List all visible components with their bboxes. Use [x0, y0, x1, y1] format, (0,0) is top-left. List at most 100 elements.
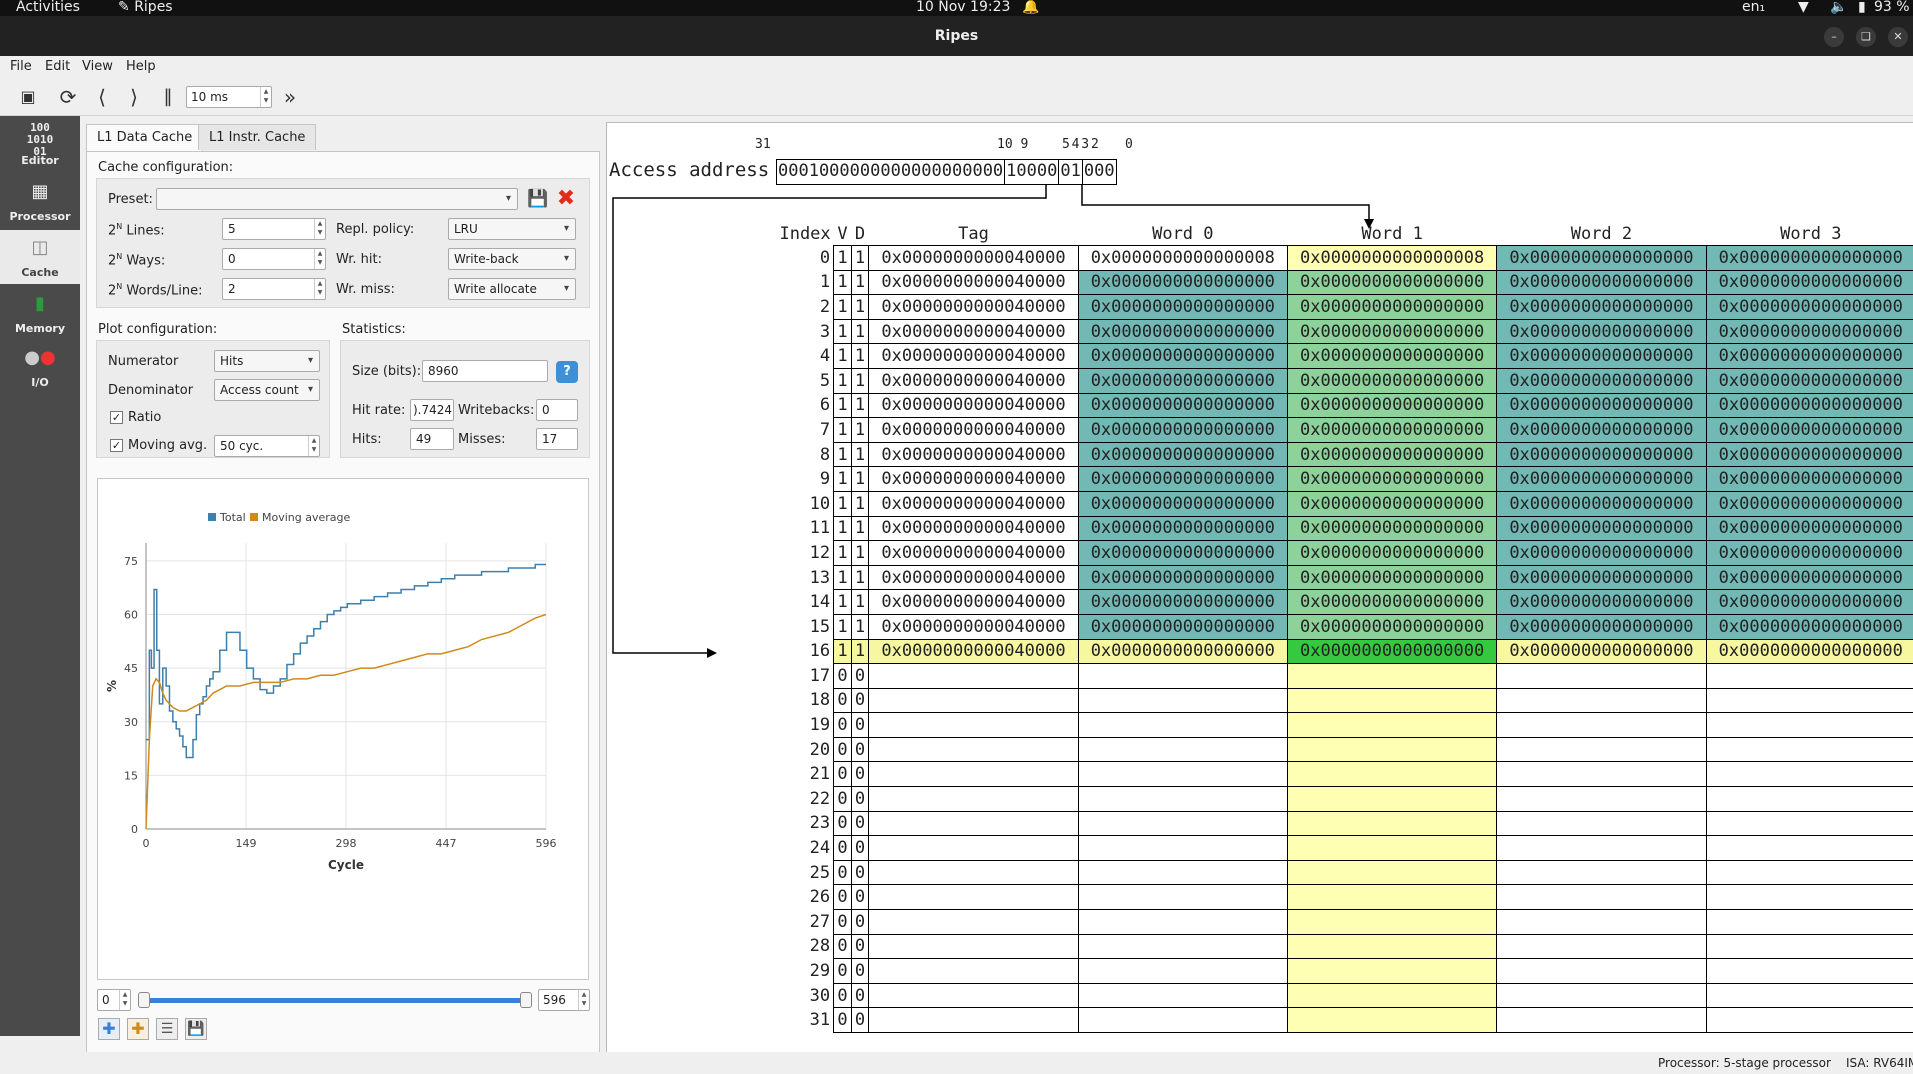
wr-hit-label: Wr. hit:	[336, 252, 383, 267]
crosshair-icon[interactable]: ✚	[98, 1018, 120, 1040]
preset-combo[interactable]	[156, 188, 518, 210]
word-cell	[1705, 786, 1913, 812]
word-cell: 0x0000000000000000	[1286, 466, 1498, 492]
sidebar-item-editor[interactable]: 100 1010 01 Editor	[2, 118, 78, 172]
cache-table: Index V D Tag Word 0 Word 1 Word 2 Word …	[777, 223, 1913, 1033]
cache-index: 28	[809, 936, 831, 957]
dirty-bit: 1	[850, 564, 870, 591]
menu-edit[interactable]: Edit	[45, 59, 70, 74]
word-cell	[1286, 786, 1498, 812]
repl-policy-combo[interactable]: LRU	[448, 218, 576, 240]
word-cell: 0x0000000000000000	[1705, 441, 1913, 468]
spin-arrows-icon[interactable]: ▲ ▼	[260, 87, 271, 107]
battery-icon[interactable]: ▮	[1858, 0, 1866, 15]
moving-avg-checkbox[interactable]: ✓	[110, 439, 123, 452]
maximize-button[interactable]: ❑	[1856, 27, 1876, 47]
cache-row: 31 0 0	[777, 1007, 1913, 1033]
select-processor-icon[interactable]: ▣	[14, 83, 42, 111]
run-fast-icon[interactable]: »	[276, 83, 304, 111]
bit-label-31: 31	[755, 137, 771, 152]
save-chart-icon[interactable]: 💾	[185, 1018, 207, 1040]
close-button[interactable]: ✕	[1888, 27, 1908, 47]
range-min-spinbox[interactable]: 0 ▲ ▼	[97, 989, 131, 1011]
dirty-bit: 1	[850, 466, 870, 492]
tag-cell	[868, 835, 1079, 861]
sidebar-item-cache[interactable]: ◫ Cache	[0, 230, 80, 284]
delay-value: 10 ms	[191, 90, 229, 104]
wr-hit-combo[interactable]: Write-back	[448, 248, 576, 270]
ways-spinbox[interactable]: 0 ▲ ▼	[222, 248, 326, 270]
table-icon[interactable]: ☰	[156, 1018, 178, 1040]
range-max-spinbox[interactable]: 596 ▲ ▼	[538, 989, 590, 1011]
valid-bit: 1	[833, 540, 852, 566]
minimize-button[interactable]: –	[1824, 27, 1844, 47]
word-cell: 0x0000000000000000	[1705, 613, 1913, 640]
tab-l1-data-cache[interactable]: L1 Data Cache	[86, 124, 204, 152]
activities-button[interactable]: Activities	[16, 0, 80, 15]
range-slider-max-handle[interactable]	[520, 992, 532, 1008]
clock[interactable]: 10 Nov 19:23	[916, 0, 1010, 15]
tab-l1-instr-cache[interactable]: L1 Instr. Cache	[198, 124, 317, 150]
save-preset-icon[interactable]: 💾	[526, 187, 550, 211]
sidebar-item-processor[interactable]: ▦ Processor	[2, 174, 78, 228]
numerator-combo[interactable]: Hits	[214, 350, 320, 372]
ratio-checkbox[interactable]: ✓	[110, 411, 123, 424]
lines-spinbox[interactable]: 5 ▲ ▼	[222, 218, 326, 240]
valid-bit: 1	[833, 294, 852, 320]
help-icon[interactable]: ?	[556, 361, 578, 383]
battery-level: 93 %	[1874, 0, 1910, 15]
wr-miss-combo[interactable]: Write allocate	[448, 278, 576, 300]
word-cell: 0x0000000000000000	[1496, 466, 1707, 492]
valid-bit: 1	[833, 490, 852, 517]
word-cell: 0x0000000000000000	[1705, 589, 1913, 615]
valid-bit: 0	[833, 663, 852, 689]
sidebar-item-memory[interactable]: ▮ Memory	[2, 286, 78, 340]
io-led-icon: ●●	[24, 347, 56, 368]
delay-spinbox[interactable]: 10 ms ▲ ▼	[186, 86, 272, 108]
cache-row: 6 1 1 0x0000000000040000 0x0000000000000000 0…	[777, 392, 1913, 419]
valid-bit: 0	[833, 761, 852, 788]
bell-icon[interactable]: 🔔	[1022, 0, 1039, 15]
menu-view[interactable]: View	[82, 59, 113, 74]
volume-icon[interactable]: 🔈	[1830, 0, 1847, 15]
range-slider-min-handle[interactable]	[138, 992, 150, 1008]
word-cell	[1705, 810, 1913, 837]
tag-cell	[868, 909, 1079, 935]
crosshair-alt-icon[interactable]: ✚	[127, 1018, 149, 1040]
valid-bit: 1	[833, 417, 852, 443]
words-spinbox[interactable]: 2 ▲ ▼	[222, 278, 326, 300]
tag-cell: 0x0000000000040000	[868, 367, 1079, 394]
step-forward-icon[interactable]: ⟩	[120, 83, 148, 111]
size-label: Size (bits):	[352, 364, 422, 379]
tag-cell	[868, 663, 1079, 689]
moving-avg-label: Moving avg.	[128, 438, 208, 453]
step-back-icon[interactable]: ⟨	[88, 83, 116, 111]
word-cell: 0x0000000000000000	[1496, 367, 1707, 394]
y-tick-label: 75	[124, 555, 138, 568]
word-cell	[1496, 859, 1707, 886]
valid-bit: 1	[833, 367, 852, 394]
wr-miss-label: Wr. miss:	[336, 282, 395, 297]
word-cell: 0x0000000000000000	[1496, 245, 1707, 271]
words-line-label: 2N Words/Line:	[108, 282, 203, 299]
y-tick-label: 15	[124, 769, 138, 782]
app-menu[interactable]: ✎ Ripes	[118, 0, 173, 15]
delete-preset-icon[interactable]: ✖	[554, 187, 578, 211]
menu-file[interactable]: File	[10, 59, 32, 74]
byte-bits: 000	[1083, 161, 1115, 181]
menu-help[interactable]: Help	[126, 59, 156, 74]
tag-cell: 0x0000000000040000	[868, 589, 1079, 615]
pause-icon[interactable]: ‖	[154, 83, 182, 111]
moving-avg-spinbox[interactable]: 50 cyc. ▲ ▼	[214, 435, 320, 457]
sidebar-item-io[interactable]: ●● I/O	[2, 340, 78, 394]
valid-bit: 0	[833, 933, 852, 960]
wifi-icon[interactable]: ▼	[1798, 0, 1809, 15]
range-slider-track[interactable]	[142, 998, 530, 1003]
reset-icon[interactable]: ⟳	[54, 83, 82, 111]
cache-row: 28 0 0	[777, 933, 1913, 960]
word-cell	[1496, 1007, 1707, 1033]
denominator-combo[interactable]: Access count	[214, 379, 320, 401]
language-indicator[interactable]: en₁	[1742, 0, 1765, 15]
word-cell: 0x0000000000000000	[1077, 343, 1288, 369]
word-cell: 0x0000000000000000	[1077, 269, 1288, 296]
